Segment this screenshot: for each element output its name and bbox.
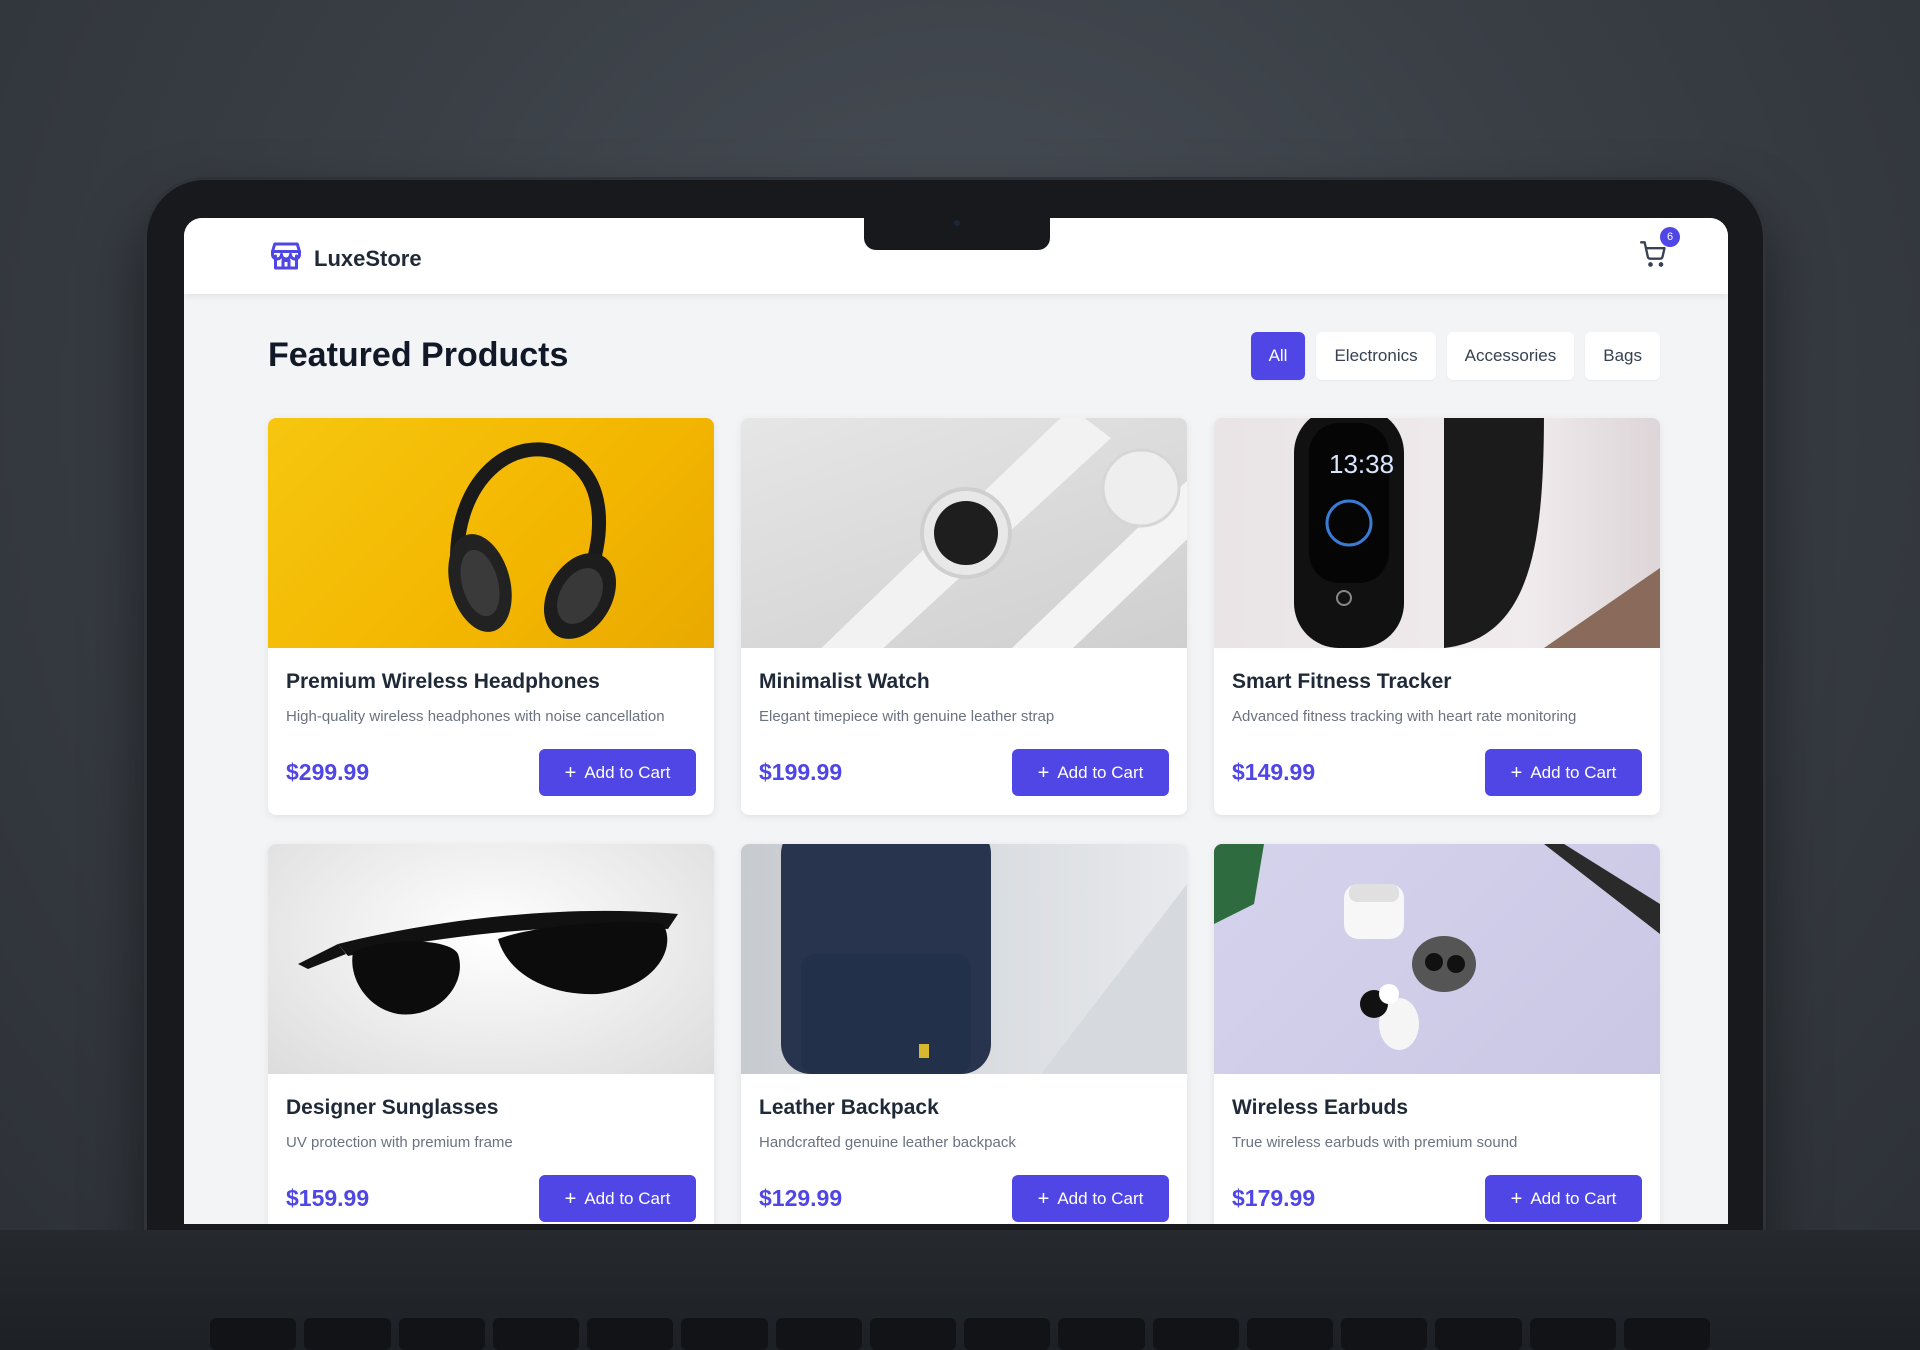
product-price: $199.99	[759, 759, 843, 785]
product-name[interactable]: Wireless Earbuds	[1232, 1096, 1642, 1120]
product-card[interactable]: Wireless Earbuds True wireless earbuds w…	[1214, 844, 1660, 1224]
key	[1246, 1318, 1333, 1350]
add-to-cart-label: Add to Cart	[1530, 762, 1617, 782]
key	[1623, 1318, 1710, 1350]
product-name[interactable]: Minimalist Watch	[759, 670, 1169, 694]
add-to-cart-button[interactable]: + Add to Cart	[1485, 1175, 1642, 1222]
product-price: $129.99	[759, 1185, 843, 1211]
product-image-sunglasses[interactable]	[268, 844, 714, 1074]
app-screen: LuxeStore 6 Featured Products All Electr…	[184, 218, 1728, 1224]
product-card[interactable]: Leather Backpack Handcrafted genuine lea…	[741, 844, 1187, 1224]
add-to-cart-label: Add to Cart	[1530, 1188, 1617, 1208]
plus-icon: +	[1510, 761, 1523, 784]
plus-icon: +	[1037, 761, 1050, 784]
product-image-watch[interactable]	[741, 418, 1187, 648]
product-card[interactable]: Premium Wireless Headphones High-quality…	[268, 418, 714, 815]
add-to-cart-label: Add to Cart	[584, 1188, 671, 1208]
add-to-cart-label: Add to Cart	[584, 762, 671, 782]
product-image-earbuds[interactable]	[1214, 844, 1660, 1074]
product-price: $149.99	[1232, 759, 1316, 785]
key	[587, 1318, 674, 1350]
add-to-cart-button[interactable]: + Add to Cart	[1485, 749, 1642, 796]
add-to-cart-label: Add to Cart	[1057, 1188, 1144, 1208]
key	[681, 1318, 768, 1350]
plus-icon: +	[1510, 1187, 1523, 1210]
filter-all[interactable]: All	[1250, 332, 1306, 380]
product-name[interactable]: Premium Wireless Headphones	[286, 670, 696, 694]
key	[1058, 1318, 1145, 1350]
add-to-cart-button[interactable]: + Add to Cart	[539, 1175, 696, 1222]
product-price: $299.99	[286, 759, 370, 785]
key	[964, 1318, 1051, 1350]
key	[1152, 1318, 1239, 1350]
plus-icon: +	[564, 761, 577, 784]
product-card[interactable]: 13:38 Smart Fitness Tracker Advanced fit…	[1214, 418, 1660, 815]
product-description: UV protection with premium frame	[286, 1134, 513, 1151]
product-description: Handcrafted genuine leather backpack	[759, 1134, 1016, 1151]
filter-bags[interactable]: Bags	[1585, 332, 1660, 380]
key	[492, 1318, 579, 1350]
plus-icon: +	[564, 1187, 577, 1210]
category-filters: All Electronics Accessories Bags	[1250, 332, 1660, 380]
product-name[interactable]: Designer Sunglasses	[286, 1096, 696, 1120]
product-description: Elegant timepiece with genuine leather s…	[759, 708, 1055, 725]
keyboard-row	[210, 1318, 1710, 1350]
brand[interactable]: LuxeStore	[268, 238, 422, 279]
key	[304, 1318, 391, 1350]
add-to-cart-label: Add to Cart	[1057, 762, 1144, 782]
add-to-cart-button[interactable]: + Add to Cart	[1012, 749, 1169, 796]
add-to-cart-button[interactable]: + Add to Cart	[539, 749, 696, 796]
product-description: True wireless earbuds with premium sound	[1232, 1134, 1518, 1151]
product-name[interactable]: Leather Backpack	[759, 1096, 1169, 1120]
product-grid: Premium Wireless Headphones High-quality…	[268, 418, 1660, 1224]
key	[869, 1318, 956, 1350]
brand-name: LuxeStore	[314, 245, 422, 271]
add-to-cart-button[interactable]: + Add to Cart	[1012, 1175, 1169, 1222]
cart-button[interactable]: 6	[1640, 227, 1680, 270]
product-description: High-quality wireless headphones with no…	[286, 708, 665, 725]
cart-count-badge: 6	[1660, 227, 1680, 247]
product-image-tracker[interactable]: 13:38	[1214, 418, 1660, 648]
product-price: $179.99	[1232, 1185, 1316, 1211]
key	[398, 1318, 485, 1350]
product-card[interactable]: Designer Sunglasses UV protection with p…	[268, 844, 714, 1224]
product-image-backpack[interactable]	[741, 844, 1187, 1074]
product-name[interactable]: Smart Fitness Tracker	[1232, 670, 1642, 694]
product-price: $159.99	[286, 1185, 370, 1211]
tracker-time: 13:38	[1329, 449, 1394, 479]
product-image-headphones[interactable]	[268, 418, 714, 648]
page-title: Featured Products	[268, 336, 569, 374]
store-icon	[268, 238, 304, 279]
key	[210, 1318, 297, 1350]
key	[775, 1318, 862, 1350]
product-card[interactable]: Minimalist Watch Elegant timepiece with …	[741, 418, 1187, 815]
camera-lens	[954, 220, 960, 226]
product-description: Advanced fitness tracking with heart rat…	[1232, 708, 1577, 725]
plus-icon: +	[1037, 1187, 1050, 1210]
key	[1435, 1318, 1522, 1350]
key	[1341, 1318, 1428, 1350]
filter-accessories[interactable]: Accessories	[1446, 332, 1575, 380]
key	[1529, 1318, 1616, 1350]
filter-electronics[interactable]: Electronics	[1316, 332, 1436, 380]
